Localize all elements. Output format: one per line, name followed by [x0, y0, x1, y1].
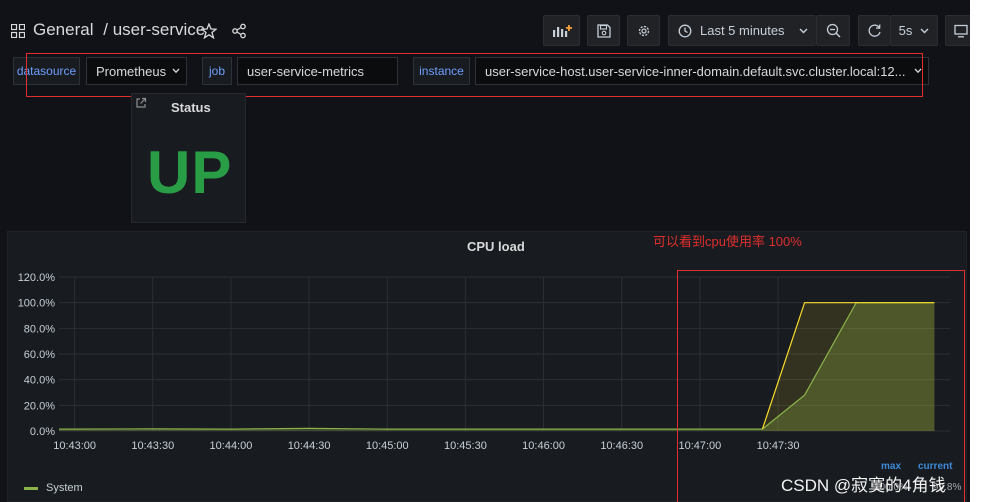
x-tick-label: 10:45:30: [444, 440, 487, 452]
chart-legend[interactable]: System: [24, 482, 83, 494]
y-tick-label: 20.0%: [24, 400, 55, 412]
y-tick-label: 80.0%: [24, 323, 55, 335]
watermark: CSDN @寂寞的4角钱: [781, 476, 946, 495]
y-tick-label: 60.0%: [24, 349, 55, 361]
x-tick-label: 10:45:00: [366, 440, 409, 452]
y-axis-labels: 0.0% 20.0% 40.0% 60.0% 80.0% 100.0% 120.0%: [18, 272, 56, 438]
legend-series-name: System: [46, 482, 83, 494]
y-tick-label: 40.0%: [24, 375, 55, 387]
x-tick-label: 10:44:30: [288, 440, 331, 452]
grafana-window: General / user-service Last 5 minutes 5s…: [0, 0, 970, 502]
y-tick-label: 0.0%: [30, 426, 55, 438]
x-tick-label: 10:43:00: [53, 440, 96, 452]
y-tick-label: 100.0%: [18, 298, 56, 310]
x-tick-label: 10:46:00: [522, 440, 565, 452]
y-tick-label: 120.0%: [18, 272, 56, 284]
highlight-box-spike: [677, 270, 965, 502]
x-tick-label: 10:46:30: [600, 440, 643, 452]
legend-swatch-system: [24, 486, 38, 490]
x-tick-label: 10:44:00: [210, 440, 253, 452]
x-tick-label: 10:43:30: [131, 440, 174, 452]
